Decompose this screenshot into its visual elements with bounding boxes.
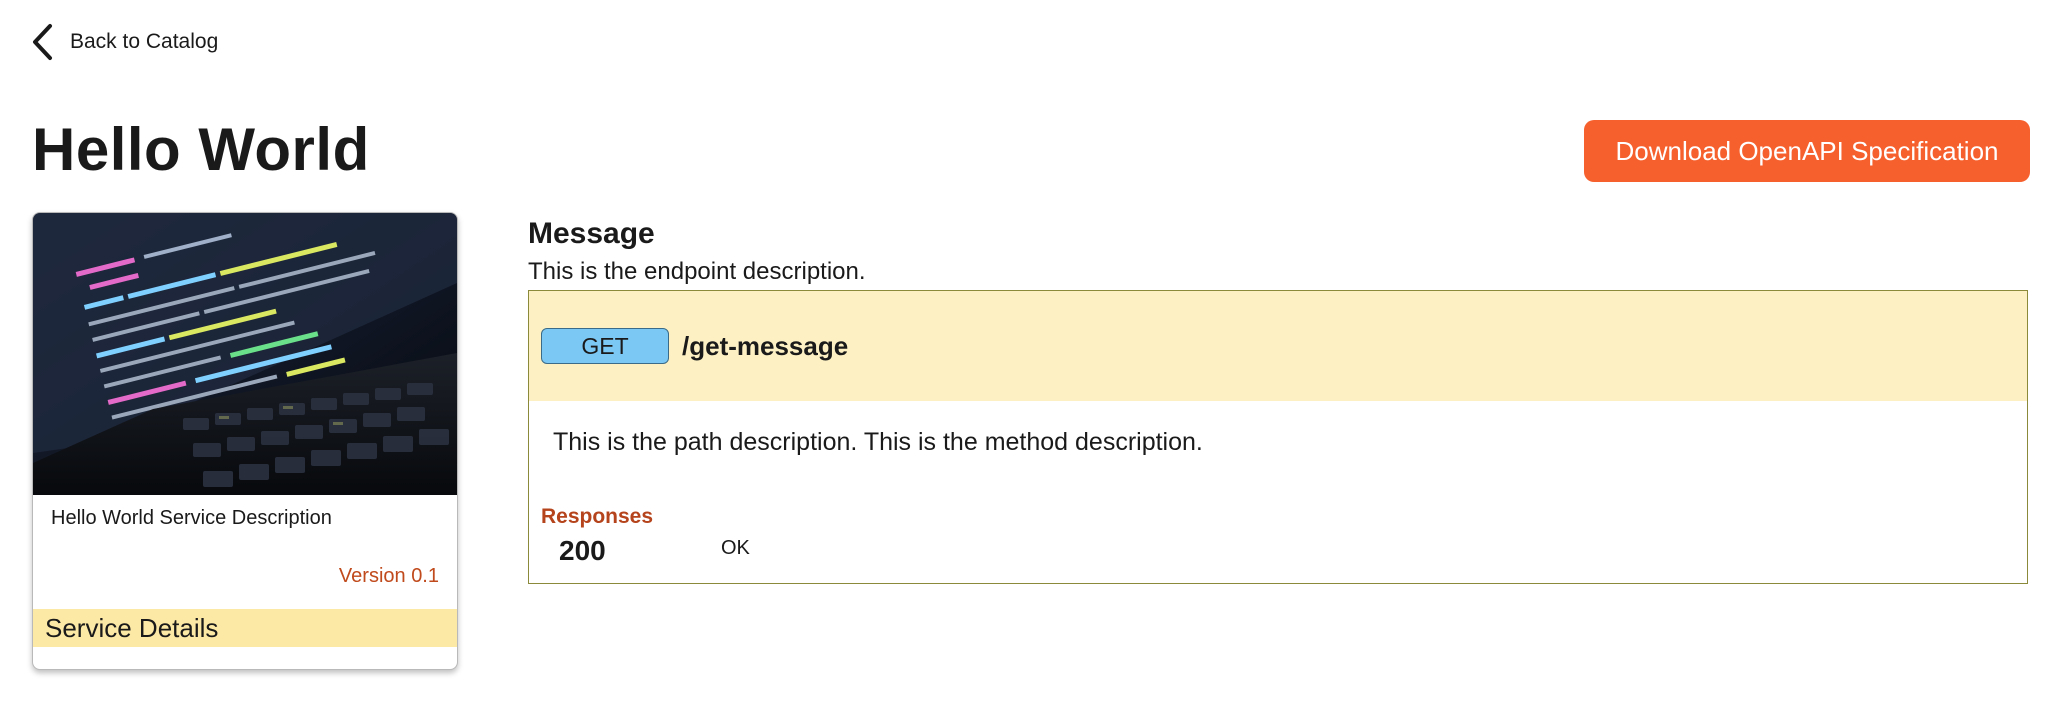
service-description: Hello World Service Description	[51, 507, 332, 529]
download-openapi-button[interactable]: Download OpenAPI Specification	[1584, 120, 2030, 182]
service-card[interactable]: Hello World Service Description Version …	[32, 212, 458, 670]
response-text: OK	[721, 537, 750, 559]
chevron-left-icon	[33, 24, 52, 60]
page-title: Hello World	[32, 116, 370, 183]
endpoint-path: /get-message	[682, 331, 849, 361]
service-details-link[interactable]: Service Details	[33, 609, 457, 647]
method-badge[interactable]: GET	[541, 328, 669, 364]
back-to-catalog-link[interactable]: Back to Catalog	[30, 22, 218, 62]
service-card-image	[33, 213, 457, 495]
service-version: Version 0.1	[338, 565, 439, 587]
back-link-label: Back to Catalog	[70, 30, 219, 53]
responses-label: Responses	[541, 505, 654, 528]
endpoint-header[interactable]: GET /get-message	[529, 291, 2027, 401]
endpoint-title: Message	[528, 217, 655, 250]
response-code: 200	[559, 535, 606, 566]
endpoint-description: This is the endpoint description.	[528, 258, 866, 285]
endpoint-panel: GET /get-message This is the path descri…	[528, 290, 2028, 584]
page: Back to Catalog Hello World Download Ope…	[0, 0, 2050, 712]
path-description: This is the path description. This is th…	[553, 428, 1203, 456]
